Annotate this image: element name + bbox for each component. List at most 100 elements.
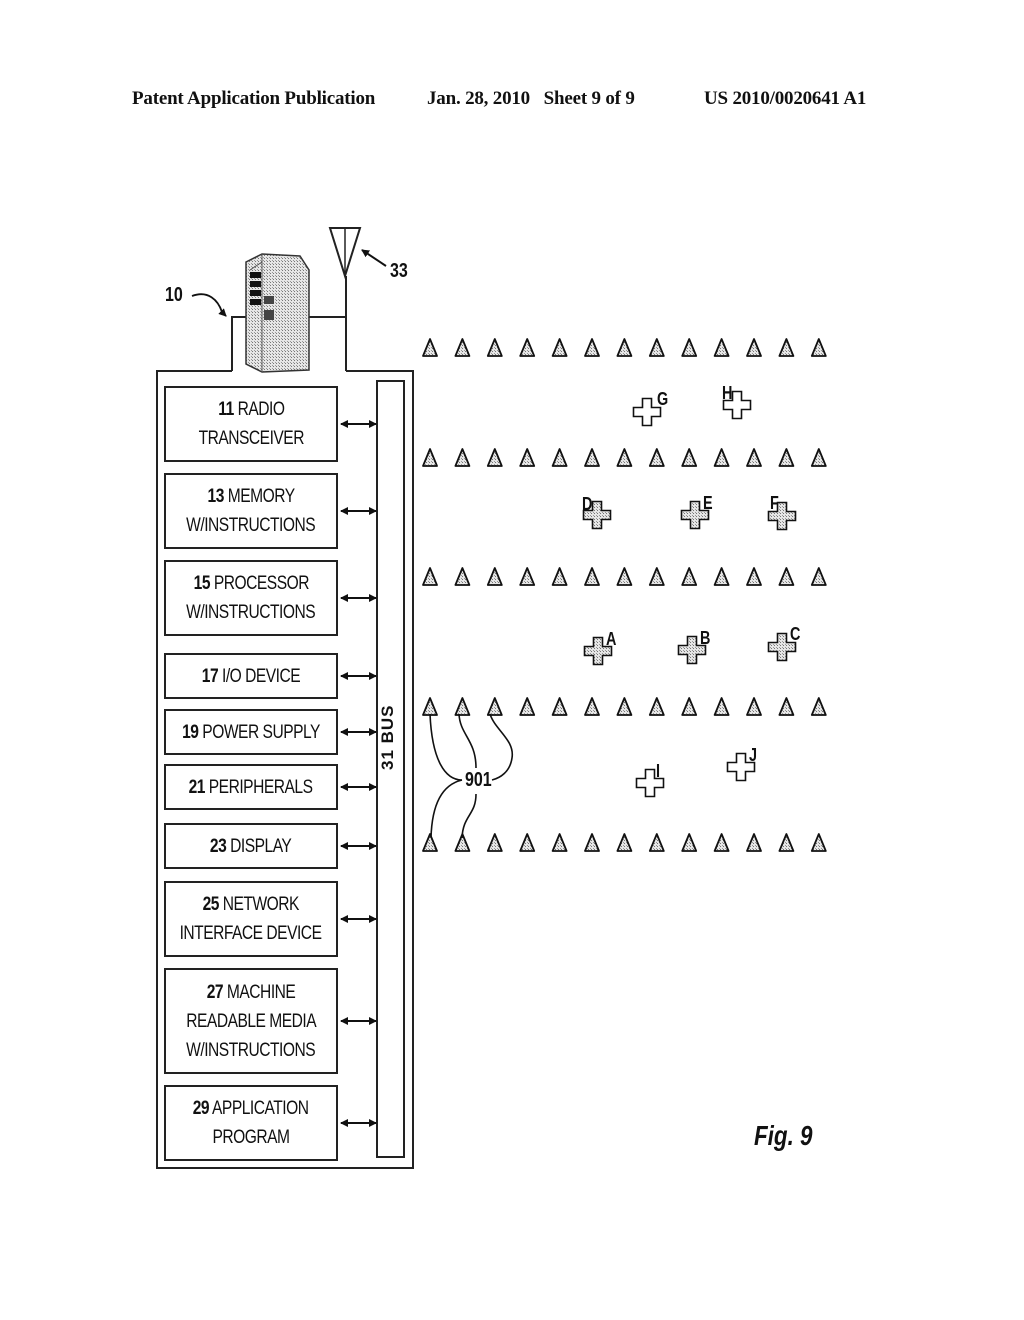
sensor-triangle	[648, 697, 665, 716]
sensor-triangle	[810, 833, 827, 852]
component-box-19: 19 POWER SUPPLY	[164, 709, 338, 755]
sensor-triangle	[746, 567, 762, 586]
sensor-triangle	[681, 567, 698, 586]
component-label-line: READABLE MEDIA	[186, 1010, 316, 1032]
component-label-line: TRANSCEIVER	[198, 428, 304, 449]
antenna-leader-arrow	[361, 249, 387, 267]
sensor-triangle	[681, 338, 698, 357]
server-tower-icon	[245, 253, 310, 373]
sensor-triangle	[551, 697, 568, 716]
marker-c-label: C	[790, 624, 801, 644]
sensor-triangle	[486, 338, 503, 357]
sensor-triangle	[422, 697, 438, 716]
component-ref-number: 27	[206, 981, 224, 1003]
sensor-triangle	[584, 338, 600, 357]
server-connector-right	[308, 316, 347, 371]
sensor-triangle	[778, 448, 795, 467]
sensor-triangle	[551, 448, 568, 467]
sensor-triangle	[778, 338, 795, 357]
device-ref-label: 10	[165, 284, 183, 306]
sensor-triangle	[648, 338, 665, 357]
sensor-triangle	[616, 448, 633, 467]
sensor-triangle	[746, 697, 762, 716]
sensor-triangle	[551, 338, 568, 357]
component-box-17: 17 I/O DEVICE	[164, 653, 338, 699]
marker-h-label: H	[722, 383, 733, 403]
component-ref-number: 23	[210, 835, 227, 857]
sensor-triangle	[584, 833, 600, 852]
component-box-25: 25 NETWORK INTERFACE DEVICE	[164, 881, 338, 957]
sensor-triangle	[746, 448, 762, 467]
component-box-29: 29 APPLICATION PROGRAM	[164, 1085, 338, 1161]
sensor-triangle	[422, 448, 438, 467]
sensor-triangle	[454, 338, 471, 357]
component-ref-number: 29	[193, 1098, 210, 1119]
component-ref-number: 25	[202, 894, 220, 915]
sensor-triangle	[422, 567, 438, 586]
bus-label: 31 BUS	[378, 704, 397, 770]
sensor-triangle	[519, 833, 536, 852]
sensor-triangle	[519, 448, 536, 467]
sensor-triangle	[713, 567, 730, 586]
diagram-canvas	[156, 227, 827, 1169]
figure-label: Fig. 9	[754, 1120, 813, 1151]
marker-j-label: J	[749, 745, 758, 765]
marker-i-label: I	[656, 761, 661, 781]
sensor-triangle	[584, 697, 600, 716]
component-label-line: 25 NETWORK	[202, 894, 300, 915]
sensor-triangle	[778, 567, 795, 586]
sensor-triangle	[810, 448, 827, 467]
sensor-triangle	[584, 448, 600, 467]
bus-arrows	[340, 420, 377, 1127]
antenna-icon	[328, 227, 362, 280]
component-label-line: INTERFACE DEVICE	[180, 923, 322, 944]
marker-a-label: A	[606, 629, 617, 649]
sensor-triangle	[454, 448, 471, 467]
sensor-triangle	[422, 833, 438, 852]
sensor-triangle	[681, 448, 698, 467]
component-box-13: 13 MEMORY W/INSTRUCTIONS	[164, 473, 338, 549]
component-ref-number: 15	[193, 573, 210, 594]
sensor-triangle	[713, 448, 730, 467]
component-ref-number: 17	[201, 665, 219, 687]
component-box-11: 11 RADIO TRANSCEIVER	[164, 386, 338, 462]
component-ref-number: 11	[217, 399, 234, 420]
component-box-21: 21 PERIPHERALS	[164, 764, 338, 810]
component-label-line: 15 PROCESSOR	[193, 573, 309, 594]
sensor-triangle	[422, 338, 438, 357]
sensor-triangle	[551, 833, 568, 852]
component-box-27: 27 MACHINE READABLE MEDIA W/INSTRUCTIONS	[164, 968, 338, 1074]
sensor-triangle	[616, 697, 633, 716]
component-label-line: 27 MACHINE	[206, 981, 296, 1003]
sensor-triangle	[713, 697, 730, 716]
sensor-triangle	[713, 338, 730, 357]
marker-e-label: E	[703, 493, 713, 513]
sensor-triangle	[454, 697, 471, 716]
sensor-triangle	[778, 697, 795, 716]
sensor-triangle	[486, 567, 503, 586]
marker-b-label: B	[700, 628, 711, 648]
sensor-triangle	[648, 833, 665, 852]
sensor-triangle	[519, 567, 536, 586]
component-label-line: 23 DISPLAY	[210, 835, 292, 857]
antenna-ref-label: 33	[390, 260, 408, 282]
component-box-23: 23 DISPLAY	[164, 823, 338, 869]
sensor-triangle	[486, 697, 503, 716]
sensor-triangle	[778, 833, 795, 852]
marker-d-label: D	[582, 494, 593, 514]
sensor-grid-label: 901	[465, 769, 492, 791]
sensor-triangle	[616, 338, 633, 357]
sensor-triangle	[681, 833, 698, 852]
sensor-triangle	[616, 833, 633, 852]
component-ref-number: 21	[189, 776, 206, 798]
sensor-triangle	[584, 567, 600, 586]
marker-g-label: G	[657, 389, 669, 409]
component-label-line: W/INSTRUCTIONS	[186, 515, 316, 536]
marker-f-label: F	[770, 493, 779, 513]
sensor-triangle	[648, 448, 665, 467]
sensor-triangle	[486, 448, 503, 467]
sensor-triangle	[810, 697, 827, 716]
sensor-triangle	[810, 567, 827, 586]
sensor-triangle	[519, 697, 536, 716]
sensor-triangle	[454, 567, 471, 586]
